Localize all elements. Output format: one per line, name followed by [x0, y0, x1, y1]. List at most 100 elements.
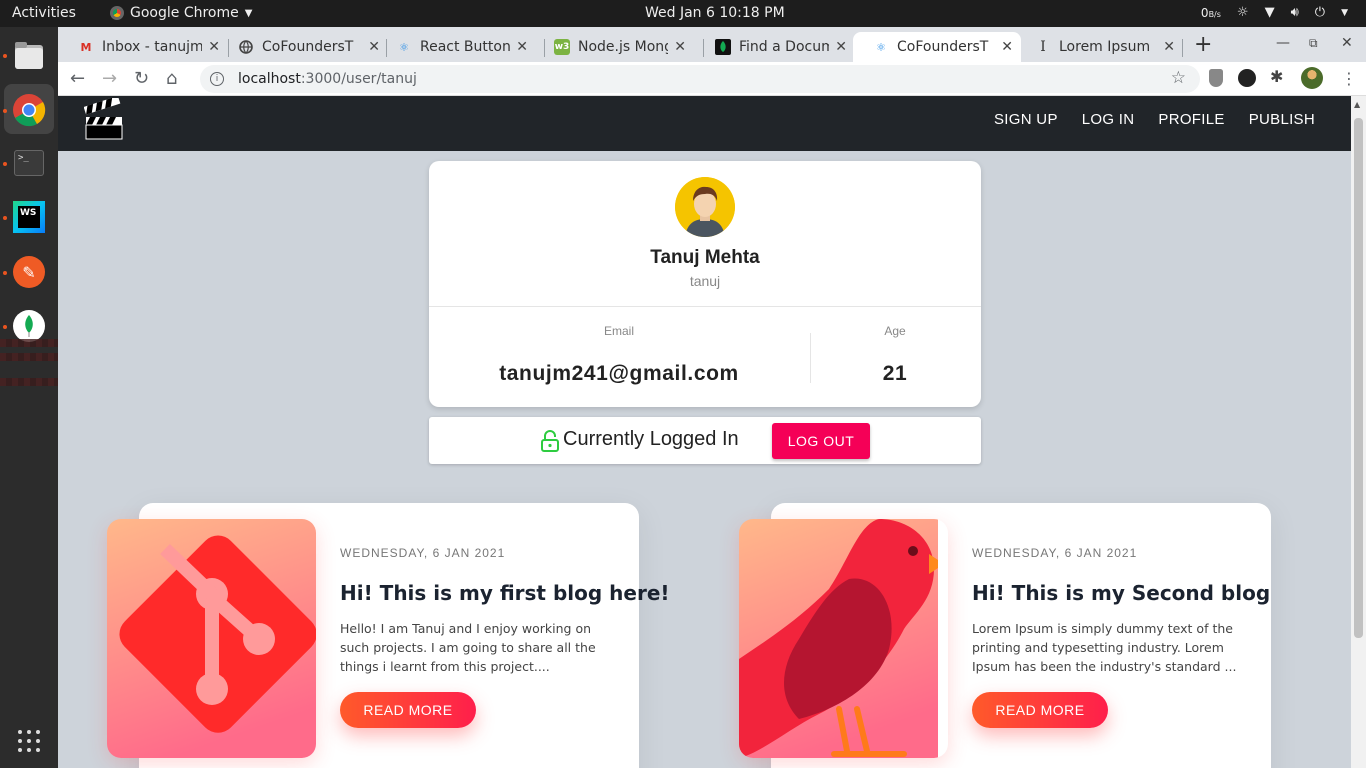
- page-viewport: SIGN UP LOG IN PROFILE PUBLISH Tanuj Meh…: [58, 96, 1366, 768]
- render-artifact: [0, 339, 58, 347]
- blog-date: WEDNESDAY, 6 JAN 2021: [340, 546, 506, 560]
- chrome-dock-icon[interactable]: [10, 91, 48, 129]
- login-status-bar: Currently Logged In LOG OUT: [429, 417, 981, 464]
- login-status-text: Currently Logged In: [563, 428, 739, 450]
- reload-button[interactable]: ↻: [134, 68, 149, 89]
- running-indicator: [3, 216, 7, 220]
- site-navbar: SIGN UP LOG IN PROFILE PUBLISH: [58, 96, 1351, 151]
- extensions-puzzle-icon[interactable]: ✱: [1270, 67, 1288, 86]
- tab-title: Inbox - tanujm: [102, 39, 203, 55]
- close-icon[interactable]: ✕: [1001, 39, 1013, 55]
- profile-avatar-icon[interactable]: [1301, 67, 1323, 89]
- maximize-button[interactable]: ⧉: [1309, 36, 1318, 51]
- tab-gmail[interactable]: M Inbox - tanujm ✕: [58, 32, 228, 62]
- close-icon[interactable]: ✕: [835, 39, 847, 55]
- page-scrollbar[interactable]: ▲: [1351, 96, 1366, 768]
- activities-button[interactable]: Activities: [12, 5, 76, 21]
- clock[interactable]: Wed Jan 6 10:18 PM: [645, 5, 785, 21]
- age-label: Age: [884, 324, 906, 338]
- network-speed: 0B/s: [1200, 5, 1221, 20]
- tab-react-button[interactable]: ⚛ React Button ✕: [376, 32, 536, 62]
- read-more-button[interactable]: READ MORE: [972, 692, 1108, 728]
- nav-publish[interactable]: PUBLISH: [1249, 111, 1315, 128]
- back-button[interactable]: ←: [70, 68, 85, 89]
- tab-cofounders-active[interactable]: ⚛ CoFoundersT ✕: [853, 32, 1021, 62]
- app-menu[interactable]: Google Chrome ▼: [110, 5, 252, 21]
- tab-separator: [1182, 39, 1183, 57]
- minimize-button[interactable]: —: [1276, 35, 1290, 51]
- forward-button[interactable]: →: [102, 68, 117, 89]
- mongodb-leaf-icon: [715, 39, 731, 55]
- chevron-down-icon: ▼: [1341, 7, 1348, 18]
- bird-illustration-image: [739, 519, 948, 758]
- terminal-icon[interactable]: >_: [10, 144, 48, 182]
- postman-icon[interactable]: ✎: [10, 253, 48, 291]
- brightness-icon: ☼: [1236, 5, 1249, 20]
- lipsum-icon: I: [1040, 39, 1046, 55]
- profile-card: Tanuj Mehta tanuj Email tanujm241@gmail.…: [429, 161, 981, 407]
- email-label: Email: [603, 324, 634, 338]
- gmail-icon: M: [80, 40, 92, 54]
- running-indicator: [3, 271, 7, 275]
- blog-title[interactable]: Hi! This is my Second blog: [972, 581, 1270, 605]
- nav-sign-up[interactable]: SIGN UP: [994, 111, 1058, 128]
- age-value: 21: [882, 362, 908, 385]
- react-icon: ⚛: [876, 40, 886, 54]
- read-more-button[interactable]: READ MORE: [340, 692, 476, 728]
- logout-button[interactable]: LOG OUT: [772, 423, 870, 459]
- tab-cofounders-1[interactable]: CoFoundersT ✕: [218, 32, 388, 62]
- site-nav-links: SIGN UP LOG IN PROFILE PUBLISH: [994, 111, 1315, 128]
- tab-nodejs-mongo[interactable]: w3 Node.js Mong ✕: [534, 32, 694, 62]
- blog-card: WEDNESDAY, 6 JAN 2021 Hi! This is my fir…: [107, 503, 670, 768]
- url-host: localhost: [238, 71, 301, 87]
- git-logo-image: [107, 519, 316, 758]
- scrollbar-thumb[interactable]: [1354, 118, 1363, 638]
- tab-title: React Button: [420, 39, 511, 55]
- running-indicator: [3, 325, 7, 329]
- bookmark-star-icon[interactable]: ☆: [1171, 68, 1186, 88]
- profile-name: Tanuj Mehta: [650, 247, 760, 268]
- unlock-icon: [541, 430, 559, 452]
- blog-title[interactable]: Hi! This is my first blog here!: [340, 581, 670, 605]
- new-tab-button[interactable]: +: [1194, 32, 1212, 57]
- close-icon[interactable]: ✕: [674, 39, 686, 55]
- system-top-bar: Activities Google Chrome ▼ Wed Jan 6 10:…: [0, 0, 1366, 27]
- webstorm-icon[interactable]: WS: [10, 198, 48, 236]
- email-value: tanujm241@gmail.com: [499, 362, 739, 385]
- dock: >_ WS ✎: [0, 27, 58, 768]
- tab-find-document[interactable]: Find a Docum ✕: [695, 32, 855, 62]
- files-icon[interactable]: [10, 37, 48, 75]
- home-button[interactable]: ⌂: [166, 68, 177, 89]
- tab-title: CoFoundersT: [897, 39, 989, 55]
- globe-icon: [238, 39, 254, 55]
- chevron-down-icon: ▼: [244, 7, 253, 19]
- nav-log-in[interactable]: LOG IN: [1082, 111, 1135, 128]
- avatar: [675, 177, 735, 237]
- react-icon: ⚛: [399, 40, 409, 54]
- show-applications-icon[interactable]: [18, 730, 40, 752]
- close-icon[interactable]: ✕: [516, 39, 528, 55]
- blog-excerpt: Lorem Ipsum is simply dummy text of the …: [972, 621, 1237, 674]
- site-info-icon[interactable]: i: [210, 72, 224, 86]
- tab-title: CoFoundersT: [262, 39, 354, 55]
- tab-title: Node.js Mong: [578, 39, 669, 55]
- menu-kebab-icon[interactable]: ⋮: [1341, 69, 1357, 88]
- close-icon[interactable]: ✕: [1163, 39, 1175, 55]
- system-tray[interactable]: 0B/s ☼ ▼ 🔊︎ ⏻ ▼: [1201, 5, 1348, 20]
- scroll-up-icon[interactable]: ▲: [1354, 100, 1360, 109]
- tab-lorem-ipsum[interactable]: I Lorem Ipsum ✕: [1015, 32, 1183, 62]
- shield-extension-icon[interactable]: [1209, 69, 1223, 87]
- tab-strip: M Inbox - tanujm ✕ CoFoundersT ✕ ⚛ React…: [58, 27, 1366, 62]
- window-close-button[interactable]: ✕: [1341, 35, 1353, 51]
- blog-excerpt: Hello! I am Tanuj and I enjoy working on…: [340, 621, 596, 674]
- divider: [810, 333, 811, 383]
- running-indicator: [3, 54, 7, 58]
- url-path: :3000/user/tanuj: [300, 71, 417, 87]
- address-bar[interactable]: i localhost:3000/user/tanuj ☆: [200, 65, 1200, 93]
- running-indicator: [3, 162, 7, 166]
- clapperboard-logo-icon[interactable]: [84, 98, 124, 140]
- video-extension-icon[interactable]: [1238, 69, 1256, 87]
- tab-title: Lorem Ipsum: [1059, 39, 1151, 55]
- chrome-icon: [110, 6, 124, 20]
- nav-profile[interactable]: PROFILE: [1158, 111, 1224, 128]
